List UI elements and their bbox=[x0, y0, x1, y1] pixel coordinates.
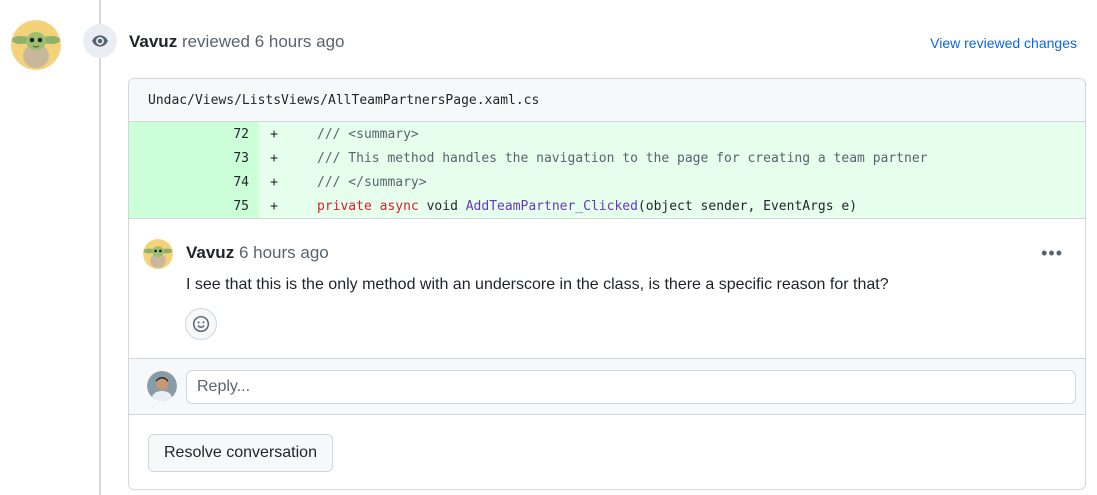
reply-input[interactable] bbox=[186, 370, 1076, 404]
line-number: 75 bbox=[129, 194, 259, 218]
addition-marker: + bbox=[259, 194, 289, 218]
review-eye-badge bbox=[83, 24, 117, 58]
code-comment: /// <summary> bbox=[317, 126, 419, 142]
diff-line: 73 + /// This method handles the navigat… bbox=[129, 146, 1085, 170]
line-number: 73 bbox=[129, 146, 259, 170]
code-line: private async void AddTeamPartner_Clicke… bbox=[289, 194, 1085, 218]
file-path-header: Undac/Views/ListsViews/AllTeamPartnersPa… bbox=[129, 79, 1085, 122]
eye-icon bbox=[92, 35, 108, 47]
reviewer-avatar[interactable] bbox=[11, 20, 61, 70]
keyword-async: async bbox=[379, 198, 419, 214]
reply-section bbox=[129, 358, 1085, 414]
addition-marker: + bbox=[259, 122, 289, 146]
smiley-icon bbox=[192, 315, 210, 333]
code-line: /// This method handles the navigation t… bbox=[289, 146, 1085, 170]
view-reviewed-changes-link[interactable]: View reviewed changes bbox=[930, 35, 1077, 51]
resolve-conversation-button[interactable]: Resolve conversation bbox=[148, 434, 333, 472]
function-name: AddTeamPartner_Clicked bbox=[465, 198, 638, 214]
type-void: void bbox=[426, 198, 458, 214]
comment-time[interactable]: 6 hours ago bbox=[239, 243, 329, 262]
comment-author[interactable]: Vavuz bbox=[186, 243, 234, 262]
addition-marker: + bbox=[259, 170, 289, 194]
code-comment: /// This method handles the navigation t… bbox=[317, 150, 928, 166]
review-comment: Vavuz 6 hours ago ••• I see that this is… bbox=[129, 218, 1085, 358]
resolve-section: Resolve conversation bbox=[129, 414, 1085, 489]
code-line: /// <summary> bbox=[289, 122, 1085, 146]
function-params: (object sender, EventArgs e) bbox=[637, 198, 858, 214]
comment-body: I see that this is the only method with … bbox=[186, 276, 889, 293]
code-line: /// </summary> bbox=[289, 170, 1085, 194]
code-comment: /// </summary> bbox=[317, 174, 427, 190]
review-author[interactable]: Vavuz bbox=[129, 32, 177, 51]
kebab-horizontal-icon[interactable]: ••• bbox=[1041, 243, 1063, 264]
review-time[interactable]: 6 hours ago bbox=[255, 32, 345, 51]
keyword-private: private bbox=[317, 198, 372, 214]
timeline-line bbox=[99, 0, 101, 495]
comment-avatar[interactable] bbox=[143, 239, 173, 269]
current-user-avatar bbox=[147, 371, 177, 401]
add-reaction-button[interactable] bbox=[185, 308, 217, 340]
diff-line: 74 + /// </summary> bbox=[129, 170, 1085, 194]
file-path[interactable]: Undac/Views/ListsViews/AllTeamPartnersPa… bbox=[148, 93, 539, 108]
addition-marker: + bbox=[259, 146, 289, 170]
line-number: 74 bbox=[129, 170, 259, 194]
review-thread: Undac/Views/ListsViews/AllTeamPartnersPa… bbox=[128, 78, 1086, 490]
diff-table: 72 + /// <summary> 73 + /// This method … bbox=[129, 122, 1085, 218]
diff-line: 72 + /// <summary> bbox=[129, 122, 1085, 146]
line-number: 72 bbox=[129, 122, 259, 146]
diff-line: 75 + private async void AddTeamPartner_C… bbox=[129, 194, 1085, 218]
review-action: reviewed bbox=[181, 32, 250, 51]
review-header: Vavuz reviewed 6 hours ago bbox=[129, 32, 345, 52]
comment-header: Vavuz 6 hours ago bbox=[186, 243, 329, 263]
